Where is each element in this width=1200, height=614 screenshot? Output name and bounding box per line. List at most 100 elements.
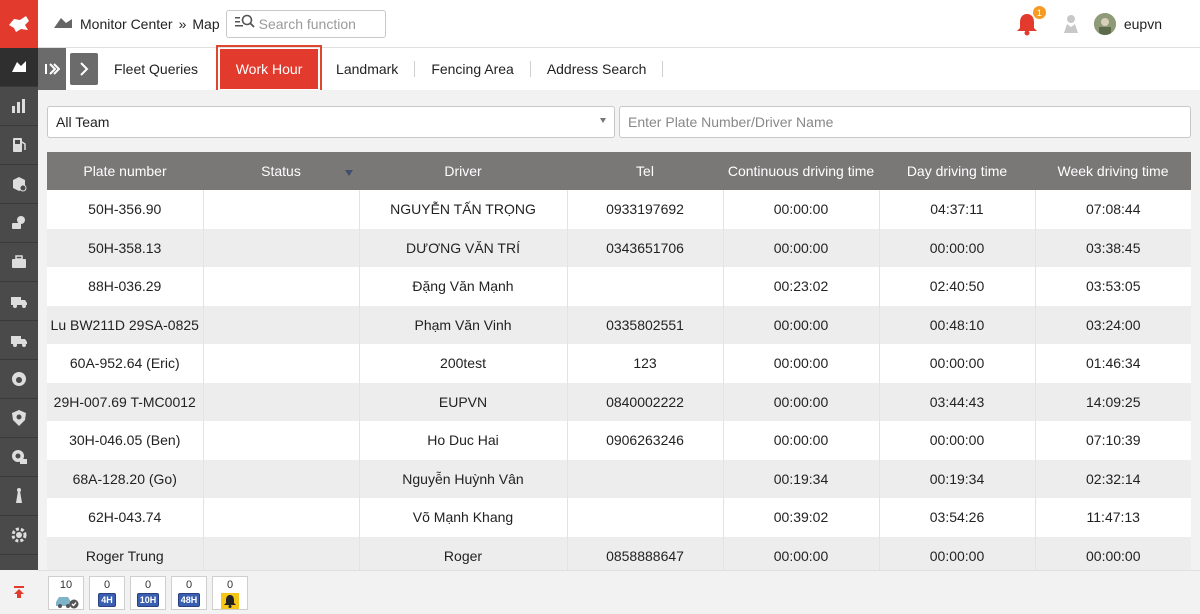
table-row[interactable]: Lu BW211D 29SA-0825 Phạm Văn Vinh 03358025…	[47, 305, 1191, 344]
cell-tel: 0906263246	[567, 421, 724, 460]
tab-list: Fleet Queries Work Hour Landmark Fencing…	[104, 45, 664, 93]
team-select-value: All Team	[56, 114, 110, 130]
cell-week: 03:38:45	[1035, 228, 1191, 267]
work-hour-table: Plate number Status Driver Tel Continuou…	[47, 152, 1191, 570]
breadcrumb-module[interactable]: Monitor Center	[80, 16, 173, 32]
rail-dashboard-icon[interactable]	[0, 360, 38, 399]
stat-count: 10	[59, 578, 73, 591]
table-row[interactable]: 60A-952.64 (Eric) 200test 123 00:00:00 00:00…	[47, 344, 1191, 383]
cell-day: 00:00:00	[879, 421, 1036, 460]
stat-alarm[interactable]: 0	[212, 575, 248, 610]
cell-day: 00:00:00	[879, 344, 1036, 383]
cell-driver: Đặng Văn Mạnh	[359, 267, 568, 306]
col-week-driving-time[interactable]: Week driving time	[1035, 152, 1191, 190]
cell-day: 04:37:11	[879, 190, 1036, 229]
cell-day: 00:00:00	[879, 228, 1036, 267]
rail-report-icon[interactable]	[0, 165, 38, 204]
back-to-top-icon[interactable]	[0, 570, 38, 614]
cell-driver: NGUYỄN TẤN TRỌNG	[359, 190, 568, 229]
cell-status	[203, 498, 360, 537]
cell-continuous: 00:00:00	[723, 421, 880, 460]
cell-plate: 30H-046.05 (Ben)	[47, 421, 204, 460]
col-day-driving-time[interactable]: Day driving time	[879, 152, 1035, 190]
stat-4h[interactable]: 0 4H	[89, 575, 125, 610]
col-tel[interactable]: Tel	[567, 152, 723, 190]
cell-continuous: 00:00:00	[723, 382, 880, 421]
cell-plate: 68A-128.20 (Go)	[47, 459, 204, 498]
rail-tower-icon[interactable]	[0, 477, 38, 516]
tab-landmark[interactable]: Landmark	[326, 61, 416, 77]
stat-10h[interactable]: 0 10H	[130, 575, 166, 610]
stat-48h[interactable]: 0 48H	[171, 575, 207, 610]
avatar[interactable]	[1093, 13, 1116, 35]
stat-48h-label: 48H	[177, 592, 201, 607]
tab-work-hour-frame[interactable]: Work Hour	[216, 45, 323, 93]
col-driver[interactable]: Driver	[359, 152, 567, 190]
col-plate-number[interactable]: Plate number	[47, 152, 203, 190]
rail-fuel-icon[interactable]	[0, 126, 38, 165]
cell-driver: Võ Mạnh Khang	[359, 498, 568, 537]
username[interactable]: eupvn	[1124, 16, 1162, 32]
team-select[interactable]: All Team	[47, 106, 615, 138]
cell-driver: Nguyễn Huỳnh Vân	[359, 459, 568, 498]
cell-week: 01:46:34	[1035, 344, 1191, 383]
cell-plate: 50H-358.13	[47, 228, 204, 267]
col-status-label: Status	[261, 163, 301, 179]
function-search-box[interactable]	[225, 9, 386, 38]
search-function-input[interactable]	[258, 15, 379, 32]
rail-settings-icon[interactable]	[0, 516, 38, 555]
table-row[interactable]: 29H-007.69 T-MC0012 EUPVN 0840002222 00:00:…	[47, 382, 1191, 421]
collapse-panel-button[interactable]	[38, 48, 66, 90]
rail-briefcase-icon[interactable]	[0, 243, 38, 282]
rail-truck-alert-icon[interactable]	[0, 321, 38, 360]
stat-4h-label: 4H	[98, 592, 116, 607]
stat-10h-label: 10H	[136, 592, 160, 607]
cell-driver: DƯƠNG VĂN TRÍ	[359, 228, 568, 267]
user-group-icon[interactable]	[1060, 13, 1082, 35]
table-row[interactable]: 88H-036.29 Đặng Văn Mạnh 00:23:02 02:40:50 0…	[47, 267, 1191, 306]
cell-continuous: 00:19:34	[723, 459, 880, 498]
cell-plate: 50H-356.90	[47, 190, 204, 229]
cell-week: 03:24:00	[1035, 305, 1191, 344]
table-body: 50H-356.90 NGUYỄN TẤN TRỌNG 0933197692 00:0…	[47, 190, 1191, 570]
col-status[interactable]: Status	[203, 152, 359, 190]
logo-icon[interactable]	[0, 0, 38, 48]
rail-shield-icon[interactable]	[0, 399, 38, 438]
col-continuous-driving-time[interactable]: Continuous driving time	[723, 152, 879, 190]
cell-status	[203, 536, 360, 570]
table-row[interactable]: 50H-358.13 DƯƠNG VĂN TRÍ 0343651706 00:00:0…	[47, 228, 1191, 267]
table-row[interactable]: 68A-128.20 (Go) Nguyễn Huỳnh Vân 00:19:34 0…	[47, 459, 1191, 498]
cell-driver: Ho Duc Hai	[359, 421, 568, 460]
table-row[interactable]: 62H-043.74 Võ Mạnh Khang 00:39:02 03:54:26 1…	[47, 498, 1191, 537]
cell-week: 00:00:00	[1035, 536, 1191, 570]
plate-driver-search-input[interactable]	[619, 106, 1191, 138]
cell-plate: Lu BW211D 29SA-0825	[47, 305, 204, 344]
rail-driver-icon[interactable]	[0, 204, 38, 243]
cell-week: 07:08:44	[1035, 190, 1191, 229]
table-row[interactable]: 50H-356.90 NGUYỄN TẤN TRỌNG 0933197692 00:0…	[47, 190, 1191, 229]
cell-status	[203, 267, 360, 306]
stat-count: 0	[226, 578, 234, 591]
cell-week: 02:32:14	[1035, 459, 1191, 498]
tab-address-search[interactable]: Address Search	[531, 61, 664, 77]
tab-work-hour[interactable]: Work Hour	[220, 49, 319, 89]
cell-continuous: 00:39:02	[723, 498, 880, 537]
stat-total-vehicles[interactable]: 10	[48, 575, 84, 610]
table-header-row: Plate number Status Driver Tel Continuou…	[47, 152, 1191, 190]
rail-chart-icon[interactable]	[0, 87, 38, 126]
rail-gear-truck-icon[interactable]	[0, 438, 38, 477]
notification-bell-icon[interactable]: 1	[1014, 6, 1046, 37]
cell-status	[203, 459, 360, 498]
cell-status	[203, 344, 360, 383]
breadcrumb-page: Map	[192, 15, 220, 32]
rail-truck-icon[interactable]	[0, 282, 38, 321]
expand-chevron-button[interactable]	[70, 53, 98, 85]
table-row[interactable]: Roger Trung Roger 0858888647 00:00:00 00:00:…	[47, 536, 1191, 570]
cell-status	[203, 305, 360, 344]
rail-map-icon[interactable]	[0, 48, 38, 87]
cell-tel: 0840002222	[567, 382, 724, 421]
table-row[interactable]: 30H-046.05 (Ben) Ho Duc Hai 0906263246 00:0…	[47, 421, 1191, 460]
sort-down-icon[interactable]	[345, 170, 353, 176]
tab-fleet-queries[interactable]: Fleet Queries	[104, 61, 212, 77]
tab-fencing-area[interactable]: Fencing Area	[415, 61, 531, 77]
